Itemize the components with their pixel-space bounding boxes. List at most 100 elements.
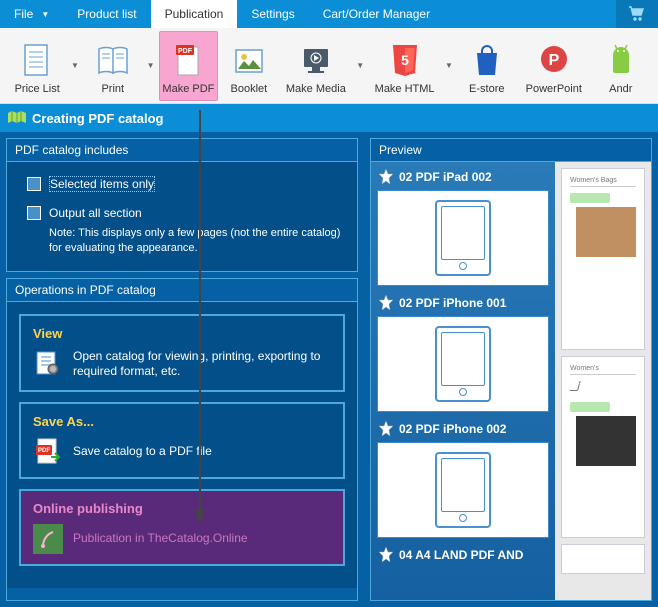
preview-item-label: 02 PDF iPhone 001 xyxy=(399,296,506,310)
toolbar-powerpoint[interactable]: P PowerPoint xyxy=(518,31,590,101)
preview-item[interactable]: 02 PDF iPad 002 xyxy=(377,168,549,286)
star-icon xyxy=(377,294,395,312)
product-image xyxy=(576,416,636,466)
preview-item-label: 02 PDF iPad 002 xyxy=(399,170,492,184)
publish-operation[interactable]: Online publishing Publication in TheCata… xyxy=(19,489,345,566)
doc-heading: Women's Bags xyxy=(570,177,636,187)
menu-file[interactable]: File▼ xyxy=(0,0,63,28)
preview-thumb xyxy=(377,442,549,538)
product-image xyxy=(576,207,636,257)
op-text: Open catalog for viewing, printing, expo… xyxy=(73,349,331,380)
preview-thumb xyxy=(377,190,549,286)
toolbar: Price List ▼ Print ▼ PDF Make PDF Booklet Make … xyxy=(0,28,658,104)
preview-item-label: 04 A4 LAND PDF AND xyxy=(399,548,523,562)
script-text: ڵــ xyxy=(570,383,636,394)
preview-item-label: 02 PDF iPhone 002 xyxy=(399,422,506,436)
preview-panel: Preview 02 PDF iPad 002 02 PDF iPhone 001… xyxy=(370,138,652,601)
tool-label: Print xyxy=(101,83,124,95)
book-icon xyxy=(95,41,131,81)
op-text: Save catalog to a PDF file xyxy=(73,444,212,460)
preview-item[interactable]: 02 PDF iPhone 002 xyxy=(377,420,549,538)
svg-text:PDF: PDF xyxy=(38,448,50,454)
toolbar-andr[interactable]: Andr xyxy=(592,31,650,101)
menu-settings[interactable]: Settings xyxy=(237,0,308,28)
dropdown-arrow[interactable]: ▼ xyxy=(144,31,157,101)
page-title: Creating PDF catalog xyxy=(32,111,163,126)
cart-button[interactable] xyxy=(616,0,658,28)
cart-icon xyxy=(628,6,646,22)
media-icon xyxy=(298,41,334,81)
doc-page xyxy=(561,544,645,574)
checkbox-label: Output all section xyxy=(49,206,142,220)
doc-page: Women's Bags xyxy=(561,168,645,350)
tool-label: Make Media xyxy=(286,83,346,95)
menu-cart[interactable]: Cart/Order Manager xyxy=(309,0,444,28)
doc-heading: Women's xyxy=(570,365,636,375)
dropdown-arrow[interactable]: ▼ xyxy=(68,31,81,101)
svg-text:PDF: PDF xyxy=(178,48,193,55)
includes-panel: PDF catalog includes Selected items only… xyxy=(6,138,358,272)
content: PDF catalog includes Selected items only… xyxy=(0,132,658,607)
operations-panel: Operations in PDF catalog View Open cata… xyxy=(6,278,358,601)
pic-icon xyxy=(231,41,267,81)
toolbar-make-media[interactable]: Make Media xyxy=(280,31,352,101)
tool-label: PowerPoint xyxy=(526,83,582,95)
doc-label xyxy=(570,193,610,203)
preview-item[interactable]: 04 A4 LAND PDF AND xyxy=(377,546,549,564)
star-icon xyxy=(377,546,395,564)
ppt-icon: P xyxy=(536,41,572,81)
toolbar-make-pdf[interactable]: PDF Make PDF xyxy=(159,31,218,101)
view-icon xyxy=(33,349,63,379)
html5-icon: 5 xyxy=(387,41,423,81)
svg-text:5: 5 xyxy=(401,52,409,68)
preview-thumb xyxy=(377,316,549,412)
op-title: View xyxy=(33,326,331,341)
note-text: Note: This displays only a few pages (no… xyxy=(49,226,343,257)
includes-title: PDF catalog includes xyxy=(7,139,357,162)
op-text: Publication in TheCatalog.Online xyxy=(73,531,248,547)
operations-title: Operations in PDF catalog xyxy=(7,279,357,302)
catalog-icon xyxy=(8,111,26,125)
toolbar-make-html[interactable]: 5 Make HTML xyxy=(369,31,441,101)
pdf-icon: PDF xyxy=(170,41,206,81)
doc-label xyxy=(570,402,610,412)
toolbar-print[interactable]: Print xyxy=(84,31,142,101)
tool-label: Make HTML xyxy=(375,83,435,95)
checkbox-output-all[interactable]: Output all section xyxy=(27,206,343,220)
toolbar-booklet[interactable]: Booklet xyxy=(220,31,278,101)
op-title: Online publishing xyxy=(33,501,331,516)
bag-icon xyxy=(469,41,505,81)
android-icon xyxy=(603,41,639,81)
tool-label: Andr xyxy=(609,83,632,95)
tool-label: Make PDF xyxy=(162,83,214,95)
dropdown-arrow[interactable]: ▼ xyxy=(442,31,455,101)
tool-label: Price List xyxy=(15,83,60,95)
toolbar-price-list[interactable]: Price List xyxy=(8,31,66,101)
tool-label: E-store xyxy=(469,83,504,95)
menubar: File▼ Product list Publication Settings … xyxy=(0,0,658,28)
preview-item[interactable]: 02 PDF iPhone 001 xyxy=(377,294,549,412)
svg-text:P: P xyxy=(548,52,559,69)
checkbox-label: Selected items only xyxy=(49,176,155,192)
menu-product-list[interactable]: Product list xyxy=(63,0,150,28)
star-icon xyxy=(377,168,395,186)
checkbox-icon xyxy=(27,206,41,220)
doc-page: Women's ڵــ xyxy=(561,356,645,538)
pdf-icon: PDF xyxy=(33,437,63,467)
toolbar-e-store[interactable]: E-store xyxy=(458,31,516,101)
document-preview[interactable]: Women's Bags Women's ڵــ xyxy=(555,162,651,600)
dropdown-arrow[interactable]: ▼ xyxy=(354,31,367,101)
view-operation[interactable]: View Open catalog for viewing, printing,… xyxy=(19,314,345,392)
save-operation[interactable]: Save As... PDF Save catalog to a PDF fil… xyxy=(19,402,345,479)
preview-list[interactable]: 02 PDF iPad 002 02 PDF iPhone 001 02 PDF i… xyxy=(371,162,555,600)
checkbox-selected-items[interactable]: Selected items only xyxy=(27,176,343,192)
menu-publication[interactable]: Publication xyxy=(151,0,238,28)
star-icon xyxy=(377,420,395,438)
chevron-down-icon: ▼ xyxy=(41,10,49,19)
preview-title: Preview xyxy=(371,139,651,162)
tool-label: Booklet xyxy=(231,83,268,95)
page-header: Creating PDF catalog xyxy=(0,104,658,132)
op-title: Save As... xyxy=(33,414,331,429)
doc-lines-icon xyxy=(19,41,55,81)
online-icon xyxy=(33,524,63,554)
